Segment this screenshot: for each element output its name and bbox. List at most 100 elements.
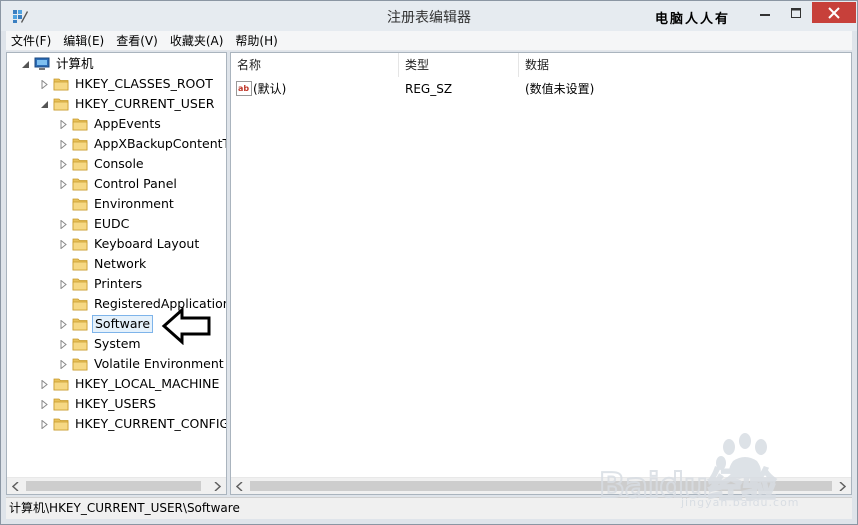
tree-expander[interactable] <box>57 158 69 170</box>
tree-expander[interactable] <box>57 118 69 130</box>
title-bar[interactable]: 注册表编辑器 电脑人人有 <box>1 1 857 31</box>
collapsed-triangle-icon <box>60 239 67 249</box>
tree-item[interactable]: System <box>57 334 143 354</box>
tree-item[interactable]: Console <box>57 154 146 174</box>
tree-item[interactable]: Software <box>57 314 154 334</box>
folder-icon <box>72 138 88 151</box>
tree-item[interactable]: HKEY_CURRENT_USER <box>38 94 216 114</box>
folder-icon <box>72 298 88 311</box>
tree-item-label: HKEY_LOCAL_MACHINE <box>75 376 220 391</box>
tree-item[interactable]: Control Panel <box>57 174 179 194</box>
tree-expander[interactable] <box>57 338 69 350</box>
expanded-triangle-icon <box>40 100 48 108</box>
tree-item-label: 计算机 <box>56 56 94 71</box>
tree-item[interactable]: Network <box>57 254 148 274</box>
annotation-arrow-icon <box>161 307 211 345</box>
tree-item[interactable]: Environment <box>57 194 176 214</box>
list-header: 名称 类型 数据 <box>231 53 851 77</box>
folder-icon <box>72 318 88 331</box>
collapsed-triangle-icon <box>60 139 67 149</box>
scroll-right-button[interactable] <box>834 478 851 494</box>
expanded-triangle-icon <box>21 60 29 68</box>
tree-item[interactable]: HKEY_LOCAL_MACHINE <box>38 374 221 394</box>
column-header-name[interactable]: 名称 <box>231 53 399 77</box>
folder-icon <box>53 98 69 111</box>
folder-icon <box>72 178 88 191</box>
menu-view[interactable]: 查看(V) <box>111 31 163 51</box>
tree-item[interactable]: EUDC <box>57 214 131 234</box>
tree-expander[interactable] <box>38 378 50 390</box>
tree-expander[interactable] <box>57 178 69 190</box>
collapsed-triangle-icon <box>60 159 67 169</box>
collapsed-triangle-icon <box>41 419 48 429</box>
registry-editor-window: 注册表编辑器 电脑人人有 文件(F) 编辑(E) 查看(V) 收藏夹(A) 帮助… <box>0 0 858 525</box>
collapsed-triangle-icon <box>60 359 67 369</box>
folder-icon <box>53 78 69 91</box>
tree-item-computer[interactable]: 计算机 <box>19 54 96 74</box>
tree-expander[interactable] <box>57 318 69 330</box>
tree-expander[interactable] <box>19 58 31 70</box>
tree-item-label: HKEY_CURRENT_CONFIG <box>75 416 227 431</box>
folder-icon <box>72 278 88 291</box>
folder-icon <box>72 198 88 211</box>
tree-item[interactable]: Keyboard Layout <box>57 234 201 254</box>
tree-item-label: Network <box>94 256 147 271</box>
tree-item-label: AppEvents <box>94 116 161 131</box>
minimize-icon <box>760 13 770 16</box>
tree-expander[interactable] <box>38 98 50 110</box>
menu-file[interactable]: 文件(F) <box>6 31 56 51</box>
tree-item[interactable]: AppXBackupContentTy <box>57 134 227 154</box>
tree-item[interactable]: HKEY_CLASSES_ROOT <box>38 74 215 94</box>
menu-favorites[interactable]: 收藏夹(A) <box>165 31 229 51</box>
tree-expander[interactable] <box>57 358 69 370</box>
svg-text:ab: ab <box>238 84 249 93</box>
tree-item[interactable]: HKEY_CURRENT_CONFIG <box>38 414 227 434</box>
tree-expander[interactable] <box>57 238 69 250</box>
tree-expander[interactable] <box>57 278 69 290</box>
tree-item-label: Volatile Environment <box>94 356 224 371</box>
tree-expander[interactable] <box>57 218 69 230</box>
tree-expander <box>57 258 69 270</box>
tree-expander[interactable] <box>38 78 50 90</box>
tree-item-label: Environment <box>94 196 174 211</box>
registry-tree[interactable]: 计算机 HKEY_CLASSES_ROOT HKEY_CURRENT_USER App… <box>6 52 227 495</box>
close-button[interactable] <box>812 2 856 23</box>
scroll-right-button[interactable] <box>209 478 226 494</box>
folder-icon <box>72 338 88 351</box>
tree-expander[interactable] <box>57 138 69 150</box>
tree-item[interactable]: Printers <box>57 274 144 294</box>
tree-item-label: AppXBackupContentTy <box>94 136 227 151</box>
tree-item-label: Keyboard Layout <box>94 236 200 251</box>
tree-expander[interactable] <box>38 398 50 410</box>
tree-item[interactable]: Volatile Environment <box>57 354 226 374</box>
tree-item[interactable]: AppEvents <box>57 114 163 134</box>
tree-item-label: Printers <box>94 276 143 291</box>
table-row[interactable]: ab (默认) REG_SZ (数值未设置) <box>231 79 851 99</box>
folder-icon <box>72 118 88 131</box>
maximize-icon <box>791 7 801 18</box>
folder-icon <box>72 238 88 251</box>
collapsed-triangle-icon <box>41 379 48 389</box>
scroll-thumb[interactable] <box>26 481 201 491</box>
folder-icon <box>53 418 69 431</box>
maximize-button[interactable] <box>781 2 811 23</box>
scroll-left-button[interactable] <box>231 478 248 494</box>
minimize-button[interactable] <box>750 2 780 23</box>
menu-edit[interactable]: 编辑(E) <box>58 31 109 51</box>
computer-icon <box>34 57 50 70</box>
collapsed-triangle-icon <box>60 119 67 129</box>
tree-item[interactable]: HKEY_USERS <box>38 394 158 414</box>
chevron-left-icon <box>236 482 243 491</box>
column-header-type[interactable]: 类型 <box>399 53 519 77</box>
close-icon <box>828 6 840 19</box>
value-name: (默认) <box>253 82 287 96</box>
brand-text: 电脑人人有 <box>655 12 731 27</box>
collapsed-triangle-icon <box>60 339 67 349</box>
values-list[interactable]: 名称 类型 数据 ab (默认) REG_SZ (数值未设置) <box>230 52 852 495</box>
tree-expander[interactable] <box>38 418 50 430</box>
scroll-left-button[interactable] <box>7 478 24 494</box>
menu-help[interactable]: 帮助(H) <box>230 31 282 51</box>
column-header-data[interactable]: 数据 <box>519 53 851 77</box>
tree-horizontal-scrollbar[interactable] <box>7 477 226 494</box>
value-type: REG_SZ <box>405 82 453 96</box>
